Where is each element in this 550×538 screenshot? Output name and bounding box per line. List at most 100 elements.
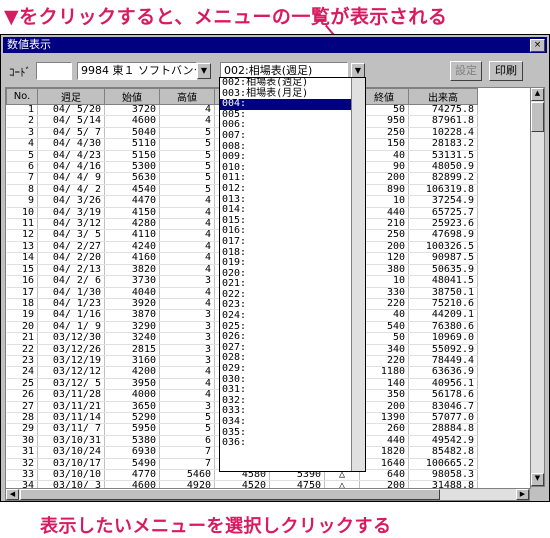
table-cell: 4 xyxy=(159,195,215,208)
table-cell: 75210.6 xyxy=(408,298,478,311)
dropdown-option[interactable]: 002:相場表(週足) xyxy=(220,78,365,89)
table-cell: 6 xyxy=(6,161,38,174)
table-cell: 5490 xyxy=(104,458,160,471)
table-cell: 380 xyxy=(359,264,409,277)
vertical-scroll-thumb[interactable] xyxy=(531,102,544,132)
table-cell: 340 xyxy=(359,344,409,356)
table-cell: 4000 xyxy=(104,389,160,402)
col-header-no[interactable]: No. xyxy=(6,88,38,105)
table-cell: 85482.8 xyxy=(408,446,478,459)
table-cell: 04/ 2/27 xyxy=(37,241,105,254)
table-cell: 2815 xyxy=(104,344,160,356)
table-cell: 4470 xyxy=(104,195,160,208)
close-button[interactable]: × xyxy=(530,39,545,52)
table-cell: 5 xyxy=(159,161,215,174)
table-cell: 04/ 4/ 9 xyxy=(37,173,105,185)
table-cell: 63636.9 xyxy=(408,366,478,379)
table-cell: 120 xyxy=(359,252,409,265)
bottom-callout: 表示したいメニューを選択しクリックする xyxy=(40,516,392,537)
table-cell: 5 xyxy=(6,150,38,163)
table-cell: 1180 xyxy=(359,366,409,379)
code-label: ｺｰﾄﾞ xyxy=(9,66,31,79)
table-cell: 2 xyxy=(6,116,38,128)
scroll-down-button[interactable]: ▼ xyxy=(531,473,544,486)
table-cell: 24 xyxy=(6,366,38,379)
table-cell: 5 xyxy=(159,127,215,140)
table-cell: 106319.8 xyxy=(408,184,478,197)
scroll-up-button[interactable]: ▲ xyxy=(531,88,544,101)
col-header-open[interactable]: 始値 xyxy=(104,88,160,105)
col-header-high[interactable]: 高値 xyxy=(159,88,215,105)
horizontal-scrollbar[interactable]: ◀ ▶ xyxy=(5,488,530,501)
table-cell: 04/ 1/30 xyxy=(37,287,105,299)
table-cell: 250 xyxy=(359,230,409,242)
table-cell: 03/10/17 xyxy=(37,458,105,471)
table-cell: 890 xyxy=(359,184,409,197)
table-cell: 5110 xyxy=(104,138,160,151)
table-cell: 04/ 5/20 xyxy=(37,104,105,117)
table-cell: 4 xyxy=(159,389,215,402)
table-cell: 04/ 5/ 7 xyxy=(37,127,105,140)
table-cell: 04/ 3/ 5 xyxy=(37,230,105,242)
table-cell: 3 xyxy=(6,127,38,140)
col-header-date[interactable]: 週足 xyxy=(37,88,105,105)
window-titlebar: 数値表示 × xyxy=(3,37,547,53)
table-cell: 3730 xyxy=(104,275,160,288)
table-cell: 1390 xyxy=(359,412,409,425)
table-cell: 4 xyxy=(159,287,215,299)
vertical-scrollbar[interactable]: ▲ ▼ xyxy=(530,87,545,487)
table-cell: 03/11/28 xyxy=(37,389,105,402)
table-cell: 11 xyxy=(6,218,38,231)
print-button[interactable]: 印刷 xyxy=(489,61,523,81)
table-cell: 03/11/21 xyxy=(37,401,105,413)
table-cell: 48041.5 xyxy=(408,275,478,288)
scroll-left-button[interactable]: ◀ xyxy=(6,489,19,500)
horizontal-scroll-thumb[interactable] xyxy=(20,489,440,500)
settings-button[interactable]: 設定 xyxy=(450,61,482,81)
table-cell: 04/ 1/16 xyxy=(37,309,105,322)
table-cell: 3290 xyxy=(104,321,160,334)
table-cell: 31 xyxy=(6,446,38,459)
col-header-volume[interactable]: 出来高 xyxy=(408,88,478,105)
table-cell: 28183.2 xyxy=(408,138,478,151)
table-cell: 4540 xyxy=(104,184,160,197)
table-cell: 04/ 2/20 xyxy=(37,252,105,265)
display-dropdown-list[interactable]: 002:相場表(週足) 003:相場表(月足) 004: 005: 006: 007: 00… xyxy=(219,77,366,472)
table-cell: 4 xyxy=(159,378,215,391)
stock-dropdown-button[interactable]: ▼ xyxy=(197,63,211,79)
stock-select[interactable]: 9984 東１ ソフトバンク xyxy=(77,62,197,80)
dropdown-option[interactable]: 007: xyxy=(220,130,365,142)
table-cell: 25 xyxy=(6,378,38,391)
scroll-right-button[interactable]: ▶ xyxy=(516,489,529,500)
table-cell: 03/10/31 xyxy=(37,435,105,448)
table-cell: 48050.9 xyxy=(408,161,478,174)
table-cell: 3160 xyxy=(104,355,160,368)
dropdown-option[interactable]: 017: xyxy=(220,236,365,248)
table-cell: 7 xyxy=(159,446,215,459)
table-cell: 4 xyxy=(159,104,215,117)
table-cell: 90987.5 xyxy=(408,252,478,265)
table-cell: 04/ 2/ 6 xyxy=(37,275,105,288)
table-cell: 50 xyxy=(359,332,409,345)
table-cell: 3820 xyxy=(104,264,160,277)
dropdown-option[interactable]: 012: xyxy=(220,183,365,195)
table-cell: 4 xyxy=(159,230,215,242)
table-cell: 640 xyxy=(359,469,409,482)
table-cell: 220 xyxy=(359,298,409,311)
table-cell: 540 xyxy=(359,321,409,334)
table-cell: 55092.9 xyxy=(408,344,478,356)
table-cell: 03/12/30 xyxy=(37,332,105,345)
table-cell: 4 xyxy=(159,252,215,265)
table-cell: 56178.6 xyxy=(408,389,478,402)
col-header-change[interactable]: 終値 xyxy=(359,88,409,105)
table-cell: 04/ 5/14 xyxy=(37,116,105,128)
dropdown-option[interactable]: 034: xyxy=(220,416,365,428)
table-cell: 220 xyxy=(359,355,409,368)
table-cell: 25923.6 xyxy=(408,218,478,231)
dropdown-option[interactable]: 036: xyxy=(220,438,365,449)
code-input[interactable] xyxy=(36,62,72,80)
table-cell: 4 xyxy=(6,138,38,151)
table-cell: 7 xyxy=(6,173,38,185)
dropdown-scrollbar[interactable] xyxy=(351,78,365,471)
table-cell: 50635.9 xyxy=(408,264,478,277)
